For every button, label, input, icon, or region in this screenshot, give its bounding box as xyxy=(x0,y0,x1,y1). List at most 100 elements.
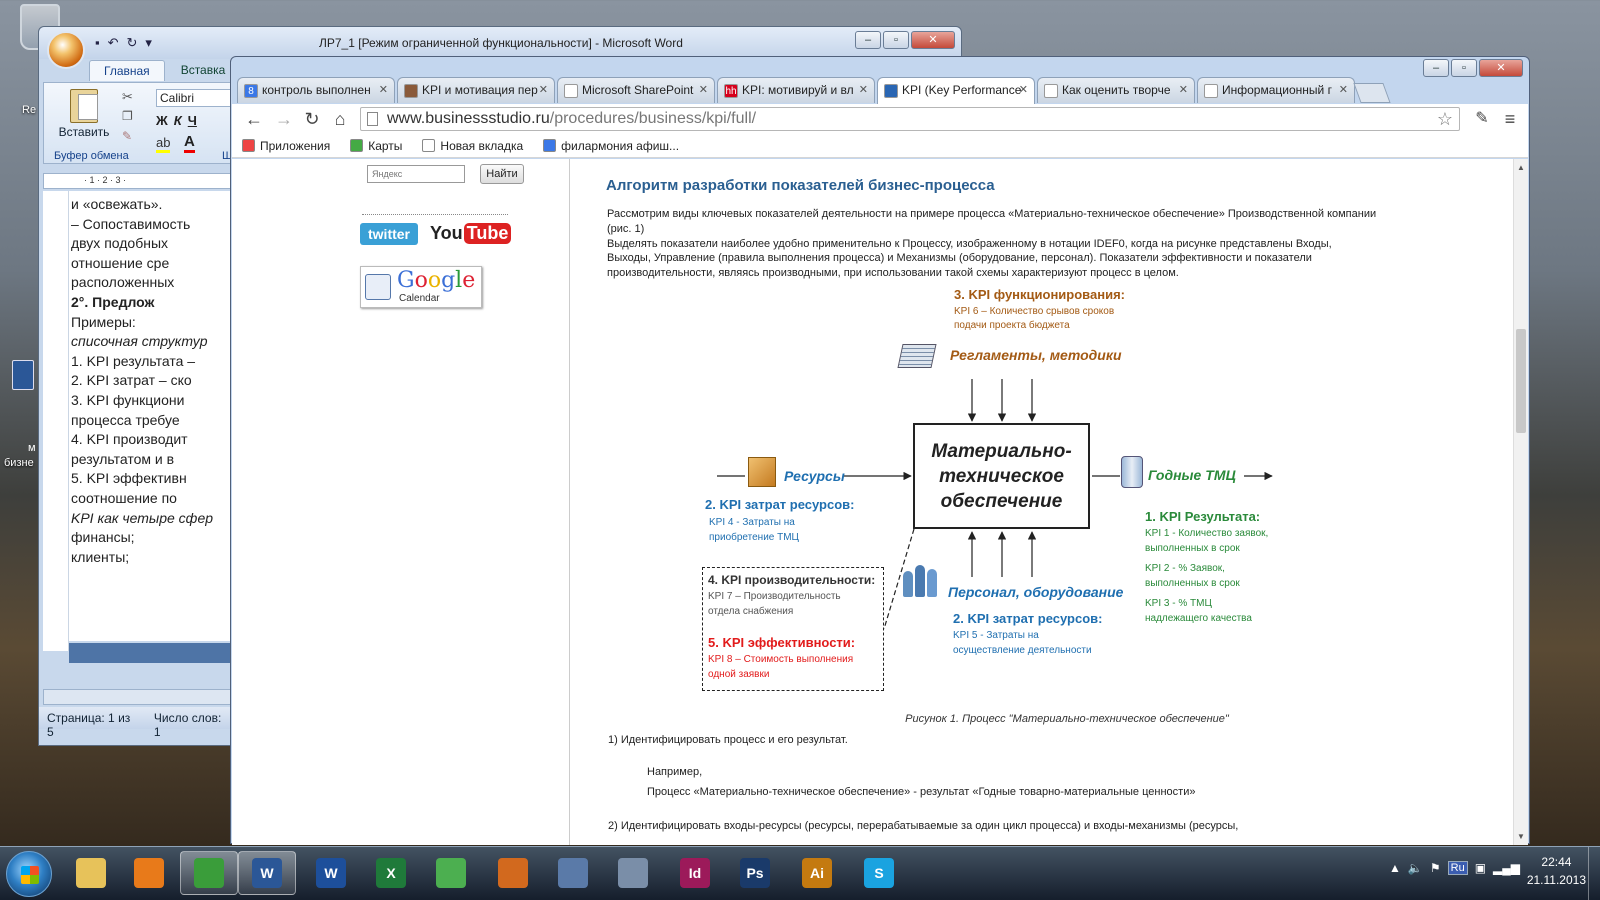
browser-tab[interactable]: 8 контроль выполнен ✕ xyxy=(237,77,395,103)
scroll-up-icon[interactable]: ▲ xyxy=(1517,163,1525,172)
bookmark-item[interactable]: филармония афиш... xyxy=(543,138,679,153)
bookmark-item[interactable]: Новая вкладка xyxy=(422,138,523,153)
bold-button[interactable]: Ж xyxy=(156,113,168,128)
kpi4-line1: KPI 7 – Производительность xyxy=(708,591,841,602)
tab-close-icon[interactable]: ✕ xyxy=(699,83,708,96)
vertical-scrollbar[interactable]: ▲ ▼ xyxy=(1513,159,1528,845)
search-input[interactable] xyxy=(367,165,465,183)
save-icon[interactable]: ▪ xyxy=(95,35,100,51)
font-color-icon[interactable]: A xyxy=(184,133,195,153)
taskbar-chrome-button[interactable] xyxy=(180,851,238,895)
kpi5-line2: одной заявки xyxy=(708,669,770,680)
bookmark-label: филармония афиш... xyxy=(561,138,680,153)
start-button[interactable] xyxy=(6,851,52,897)
tab-label: Microsoft SharePoint xyxy=(582,83,694,97)
status-word-count[interactable]: Число слов: 1 xyxy=(154,711,231,739)
tab-label: Как оценить творче xyxy=(1062,83,1171,97)
minimize-button[interactable]: – xyxy=(1423,59,1449,77)
minimize-button[interactable]: – xyxy=(855,31,881,49)
flag-icon[interactable]: ⚑ xyxy=(1430,861,1441,875)
underline-button[interactable]: Ч xyxy=(188,113,197,128)
kpi2a-line1: KPI 4 - Затраты на xyxy=(709,517,795,528)
scroll-down-icon[interactable]: ▼ xyxy=(1517,832,1525,841)
youtube-button[interactable]: You Tube xyxy=(430,223,512,244)
copy-icon[interactable]: ❐ xyxy=(122,109,133,123)
bookmark-star-icon[interactable]: ☆ xyxy=(1437,108,1453,130)
cut-icon[interactable]: ✂ xyxy=(122,89,133,105)
bookmark-item[interactable]: Карты xyxy=(350,138,402,153)
browser-tab[interactable]: Microsoft SharePoint ✕ xyxy=(557,77,715,103)
taskbar-matlab-button[interactable] xyxy=(484,851,542,895)
volume-icon[interactable]: 🔈 xyxy=(1408,861,1423,875)
example-text: Процесс «Материально-техническое обеспеч… xyxy=(647,786,1196,798)
browser-tab[interactable]: hh KPI: мотивируй и вл ✕ xyxy=(717,77,875,103)
document-page[interactable]: и «освежать». – Сопоставимость двух подоб… xyxy=(69,191,239,641)
tab-home[interactable]: Главная xyxy=(89,60,165,81)
browser-tab[interactable]: Как оценить творче ✕ xyxy=(1037,77,1195,103)
show-desktop-button[interactable] xyxy=(1588,847,1600,900)
taskbar-indesign-button[interactable]: Id xyxy=(666,851,724,895)
taskbar-media-player-button[interactable] xyxy=(120,851,178,895)
tab-close-icon[interactable]: ✕ xyxy=(379,83,388,96)
language-indicator[interactable]: Ru xyxy=(1447,861,1468,875)
url-path: /procedures/business/kpi/full/ xyxy=(549,110,757,127)
taskbar-excel-button[interactable]: X xyxy=(362,851,420,895)
action-center-icon[interactable]: ▣ xyxy=(1475,861,1486,875)
taskbar-calculator-button[interactable] xyxy=(604,851,662,895)
network-icon[interactable]: ▂▄▆ xyxy=(1493,861,1520,875)
show-hidden-icons-icon[interactable]: ▲ xyxy=(1389,861,1401,875)
horizontal-ruler[interactable]: · 1 · 2 · 3 · xyxy=(43,173,239,189)
bookmark-item[interactable]: Приложения xyxy=(242,138,330,153)
office-button[interactable] xyxy=(47,31,85,69)
reload-icon[interactable]: ↻ xyxy=(300,107,324,131)
desktop-word-icon[interactable] xyxy=(12,360,34,390)
google-calendar-button[interactable]: Google Calendar xyxy=(360,266,482,308)
extension-icon[interactable]: ✎ xyxy=(1470,107,1494,131)
taskbar-photoshop-button[interactable]: Ps xyxy=(726,851,784,895)
taskbar-explorer-button[interactable] xyxy=(62,851,120,895)
browser-tab[interactable]: KPI и мотивация пер ✕ xyxy=(397,77,555,103)
browser-tab[interactable]: Информационный г ✕ xyxy=(1197,77,1355,103)
regulations-icon xyxy=(897,344,937,368)
menu-icon[interactable]: ≡ xyxy=(1498,107,1522,131)
paste-button[interactable]: Вставить xyxy=(56,87,112,139)
browser-tab[interactable]: KPI (Key Performance ✕ xyxy=(877,77,1035,104)
taskbar-word-doc-button[interactable]: W xyxy=(238,851,296,895)
taskbar-virtualbox-button[interactable] xyxy=(544,851,602,895)
home-icon[interactable]: ⌂ xyxy=(328,107,352,131)
close-button[interactable]: ✕ xyxy=(911,31,955,49)
tab-close-icon[interactable]: ✕ xyxy=(1179,83,1188,96)
horizontal-scrollbar[interactable] xyxy=(43,689,239,705)
undo-icon[interactable]: ↶ xyxy=(108,35,119,51)
taskbar-illustrator-button[interactable]: Ai xyxy=(788,851,846,895)
scroll-thumb[interactable] xyxy=(1516,329,1526,433)
taskbar-app-green-button[interactable] xyxy=(422,851,480,895)
bookmark-icon xyxy=(242,139,255,152)
maximize-button[interactable]: ▫ xyxy=(1451,59,1477,77)
tab-insert[interactable]: Вставка xyxy=(167,60,240,81)
new-tab-button[interactable] xyxy=(1353,83,1391,103)
tab-close-icon[interactable]: ✕ xyxy=(1339,83,1348,96)
highlight-icon[interactable]: ab xyxy=(156,135,171,153)
back-icon[interactable]: ← xyxy=(242,107,266,131)
taskbar-word-button[interactable]: W xyxy=(302,851,360,895)
clock[interactable]: 22:44 21.11.2013 xyxy=(1527,853,1586,889)
tab-close-icon[interactable]: ✕ xyxy=(539,83,548,96)
tab-close-icon[interactable]: ✕ xyxy=(859,83,868,96)
maximize-button[interactable]: ▫ xyxy=(883,31,909,49)
outputs-label: Годные ТМЦ xyxy=(1148,467,1236,483)
twitter-button[interactable]: twitter xyxy=(360,223,418,245)
forward-icon[interactable]: → xyxy=(272,107,296,131)
search-button[interactable]: Найти xyxy=(480,164,524,184)
close-button[interactable]: ✕ xyxy=(1479,59,1523,77)
address-bar[interactable]: www.businessstudio.ru/procedures/busines… xyxy=(360,107,1460,131)
status-page-count[interactable]: Страница: 1 из 5 xyxy=(47,711,140,739)
redo-icon[interactable]: ↻ xyxy=(127,35,138,51)
font-name-select[interactable]: Calibri xyxy=(156,89,240,107)
italic-button[interactable]: К xyxy=(174,113,182,128)
document-line: списочная структур xyxy=(71,333,208,350)
tab-close-icon[interactable]: ✕ xyxy=(1019,83,1028,96)
taskbar-skype-button[interactable]: S xyxy=(850,851,908,895)
format-painter-icon[interactable]: ✎ xyxy=(122,129,132,143)
qat-dropdown-icon[interactable]: ▾ xyxy=(145,35,152,51)
